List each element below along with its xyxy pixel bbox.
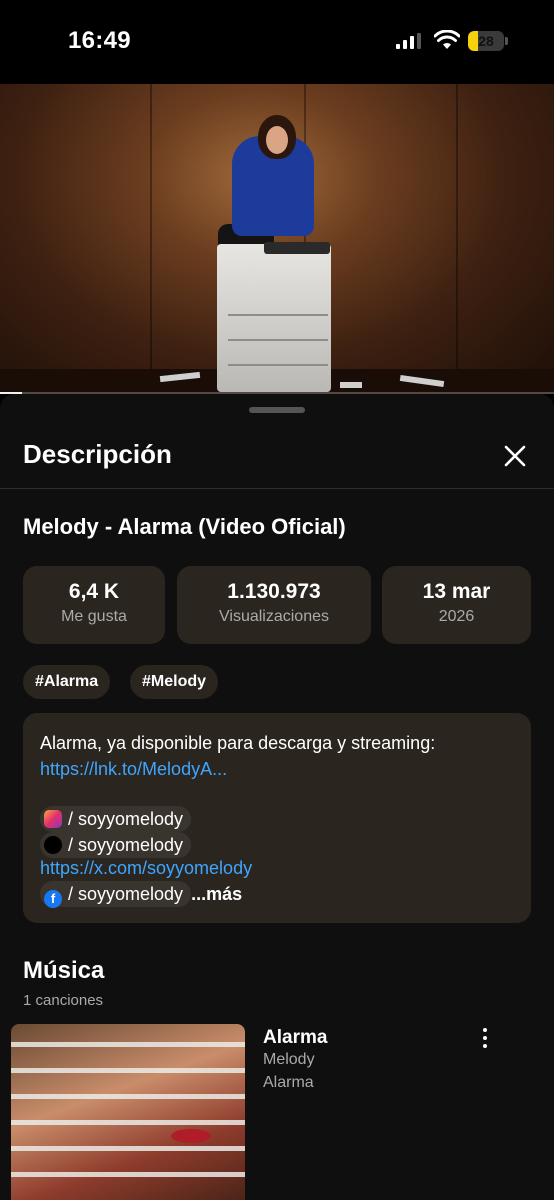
tiktok-handle: / soyyomelody (68, 835, 184, 855)
more-link[interactable]: ...más (191, 884, 242, 904)
video-copier (217, 244, 331, 392)
tiktok-icon (44, 836, 62, 854)
video-title: Melody - Alarma (Video Oficial) (23, 514, 346, 539)
date-value: 13 mar (422, 580, 491, 603)
status-time: 16:49 (68, 27, 131, 54)
status-bar: 16:49 28 (0, 0, 554, 84)
facebook-chip[interactable]: f / soyyomelody (40, 881, 192, 908)
tag-melody[interactable]: #Melody (130, 665, 219, 699)
video-player[interactable] (0, 84, 554, 394)
views-value: 1.130.973 (227, 580, 321, 603)
song-title[interactable]: Alarma (263, 1027, 327, 1049)
views-label: Visualizaciones (219, 608, 329, 625)
likes-value: 6,4 K (68, 580, 120, 603)
music-count: 1 canciones (23, 992, 104, 1009)
tag-alarma[interactable]: #Alarma (23, 665, 111, 699)
battery-icon: 28 (468, 31, 508, 51)
drag-handle[interactable] (249, 407, 305, 413)
facebook-icon: f (44, 890, 62, 908)
download-link[interactable]: https://lnk.to/MelodyA... (40, 759, 227, 780)
instagram-handle: / soyyomelody (68, 809, 184, 829)
close-icon[interactable] (497, 438, 533, 474)
song-cover-art[interactable] (11, 1024, 245, 1200)
date-year: 2026 (438, 608, 475, 625)
divider (0, 488, 554, 489)
battery-level: 28 (478, 33, 494, 49)
wifi-icon (434, 30, 460, 49)
views-stat: 1.130.973 Visualizaciones (177, 566, 371, 644)
x-link[interactable]: https://x.com/soyyomelody (40, 858, 252, 879)
likes-label: Me gusta (61, 608, 127, 625)
more-vert-icon[interactable] (474, 1026, 496, 1050)
description-text: Alarma, ya disponible para descarga y st… (40, 733, 436, 753)
instagram-chip[interactable]: / soyyomelody (40, 806, 192, 832)
tiktok-chip[interactable]: / soyyomelody (40, 832, 192, 858)
likes-stat: 6,4 K Me gusta (23, 566, 165, 644)
song-artist: Melody (263, 1051, 315, 1068)
instagram-icon (44, 810, 62, 828)
cellular-signal-icon (396, 33, 421, 49)
song-album: Alarma (263, 1074, 314, 1091)
description-sheet: Descripción Melody - Alarma (Video Ofici… (0, 394, 554, 1200)
sheet-title: Descripción (23, 439, 172, 469)
description-box[interactable]: Alarma, ya disponible para descarga y st… (23, 713, 531, 923)
facebook-handle: / soyyomelody (68, 884, 184, 904)
music-section-title: Música (23, 957, 105, 984)
date-stat: 13 mar 2026 (382, 566, 531, 644)
